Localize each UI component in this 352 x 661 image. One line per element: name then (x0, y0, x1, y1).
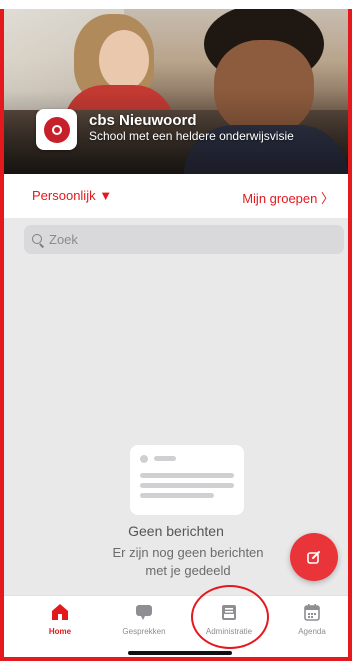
message-list-area: Zoek Geen berichten Er zijn nog geen ber… (4, 218, 348, 595)
my-groups-link[interactable]: Mijn groepen 〉 (242, 188, 334, 207)
school-logo-icon (43, 116, 70, 143)
school-subtitle: School met een heldere onderwijsvisie (89, 129, 294, 143)
filter-bar: Persoonlijk ▼ Mijn groepen 〉 (4, 174, 348, 219)
empty-messages-illustration (130, 445, 244, 515)
personal-filter-dropdown[interactable]: Persoonlijk ▼ (32, 188, 112, 203)
tab-gesprekken[interactable]: Gesprekken (101, 602, 187, 636)
search-input[interactable]: Zoek (24, 225, 344, 254)
school-logo (36, 109, 77, 150)
calendar-icon (304, 604, 320, 621)
tab-agenda-label: Agenda (298, 627, 326, 636)
empty-state-title: Geen berichten (128, 523, 224, 539)
tab-home[interactable]: Home (17, 602, 103, 636)
search-icon (32, 233, 44, 246)
search-placeholder: Zoek (49, 232, 78, 247)
highlight-circle-annotation (191, 585, 269, 649)
home-indicator (128, 651, 232, 655)
empty-state-description: Er zijn nog geen berichten met je gedeel… (112, 545, 264, 578)
compose-icon (307, 551, 320, 564)
tab-agenda[interactable]: Agenda (269, 602, 348, 636)
chat-bubble-icon (136, 605, 152, 620)
app-screen: cbs Nieuwoord School met een heldere ond… (0, 0, 352, 661)
home-icon (52, 604, 68, 620)
compose-message-button[interactable] (290, 533, 338, 581)
school-name: cbs Nieuwoord (89, 112, 197, 129)
cropped-top-caption (0, 0, 352, 9)
tab-gesprekken-label: Gesprekken (122, 627, 166, 636)
tab-home-label: Home (48, 627, 72, 636)
